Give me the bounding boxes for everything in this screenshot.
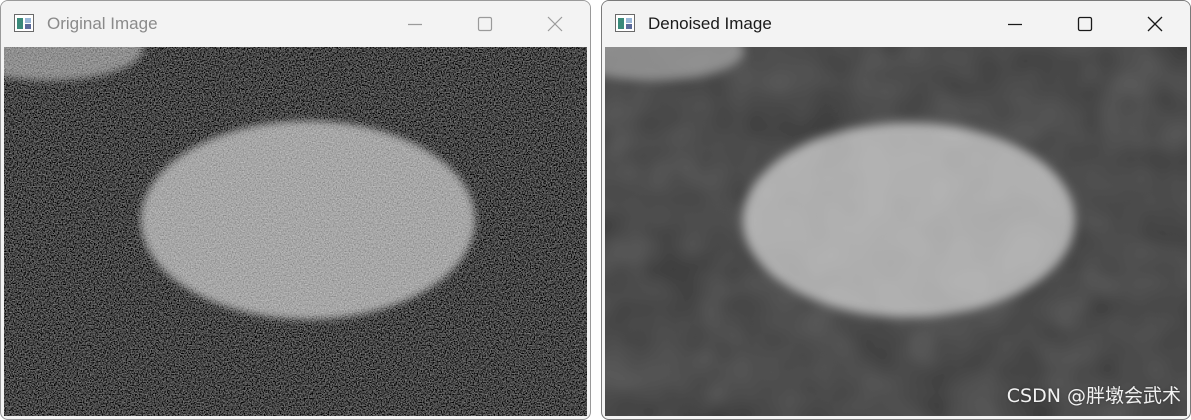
close-button[interactable] — [1120, 1, 1190, 47]
original-image-window[interactable]: Original Image — [0, 0, 591, 420]
noisy-image — [4, 47, 587, 416]
watermark: CSDN @胖墩会武术 — [1006, 385, 1181, 407]
window-title: Original Image — [47, 14, 158, 33]
titlebar[interactable]: Original Image — [1, 1, 590, 47]
minimize-icon — [408, 23, 422, 26]
maximize-button[interactable] — [450, 1, 520, 47]
denoised-image — [605, 47, 1187, 416]
close-icon — [1147, 16, 1163, 32]
close-icon — [547, 16, 563, 32]
maximize-button[interactable] — [1050, 1, 1120, 47]
denoised-image-window[interactable]: Denoised Image CSDN @胖墩会武术 — [601, 0, 1191, 420]
titlebar[interactable]: Denoised Image — [602, 1, 1190, 47]
maximize-icon — [1077, 16, 1093, 32]
minimize-icon — [1008, 23, 1022, 26]
app-icon — [14, 14, 34, 32]
close-button[interactable] — [520, 1, 590, 47]
maximize-icon — [477, 16, 493, 32]
minimize-button[interactable] — [380, 1, 450, 47]
image-canvas[interactable] — [4, 47, 587, 416]
minimize-button[interactable] — [980, 1, 1050, 47]
image-canvas[interactable]: CSDN @胖墩会武术 — [605, 47, 1187, 416]
app-icon — [615, 14, 635, 32]
window-title: Denoised Image — [648, 14, 772, 33]
